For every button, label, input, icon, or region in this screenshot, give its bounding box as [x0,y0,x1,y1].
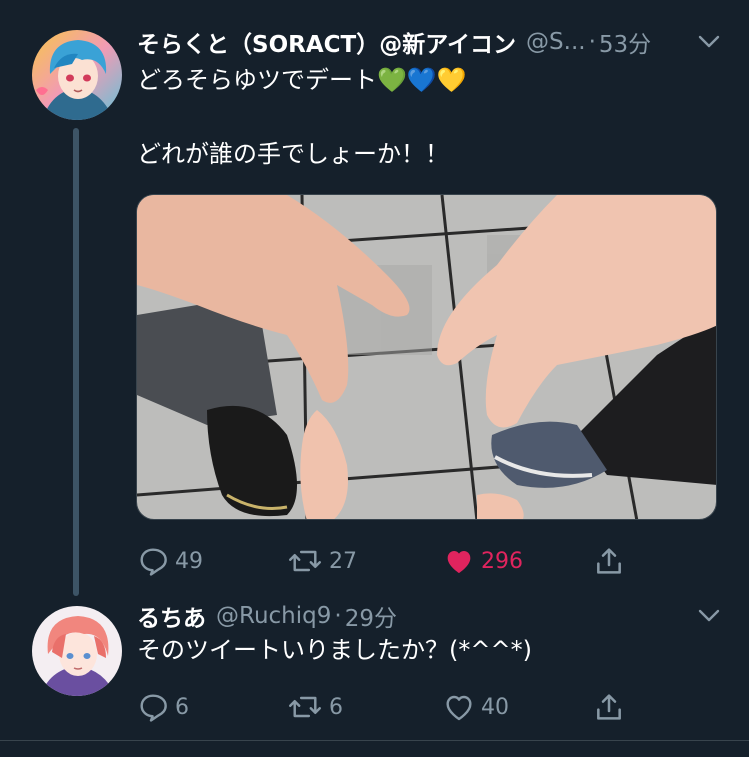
separator-dot: · [588,29,596,55]
reply-icon [140,548,167,576]
share-button[interactable] [593,687,625,727]
avatar[interactable] [32,606,122,696]
tweet-header: そらくと（SORACT）@新アイコン @S... · 53分 [137,26,725,58]
retweet-count: 27 [329,548,357,574]
tweet-actions: 6 6 40 [137,687,637,727]
timeline: そらくと（SORACT）@新アイコン @S... · 53分 どろそらゆツでデー… [0,0,749,757]
heart-icon [447,551,471,573]
avatar-pink-hair-icon [32,606,122,696]
retweet-icon [288,696,322,718]
heart-icon [446,695,472,721]
display-name[interactable]: そらくと（SORACT）@新アイコン [137,25,516,59]
retweet-icon [288,550,322,572]
tweet-header: るちあ @Ruchiq9 · 29分 [137,600,725,632]
avatar-blue-hair-icon [32,30,122,120]
tweet-actions: 49 27 296 [137,541,637,581]
share-button[interactable] [593,541,625,581]
more-options-button[interactable] [695,602,723,630]
like-button[interactable]: 296 [443,541,523,581]
timestamp[interactable]: 29分 [345,599,397,633]
reply-count: 49 [175,548,203,574]
avatar[interactable] [32,30,122,120]
retweet-button[interactable]: 6 [287,687,343,727]
separator-dot: · [334,603,342,629]
tweet-text: そのツイートいりましたか？(*^^*) [137,632,725,668]
tweet-text-line: どろそらゆツでデート💚💙💛 [137,66,467,94]
tweet-text-line: そのツイートいりましたか？(*^^*) [137,636,532,664]
tweet[interactable]: そらくと（SORACT）@新アイコン @S... · 53分 どろそらゆツでデー… [0,0,749,596]
tweet-text: どれが誰の手でしょーか！！ [137,136,725,172]
retweet-button[interactable]: 27 [287,541,357,581]
like-count: 296 [481,548,523,574]
more-options-button[interactable] [695,28,723,56]
divider [0,740,749,741]
handle[interactable]: @Ruchiq9 [216,603,331,629]
reply-icon [140,694,167,722]
like-count: 40 [481,694,509,720]
display-name[interactable]: るちあ [137,599,206,633]
retweet-count: 6 [329,694,343,720]
tweet-photo[interactable] [136,194,717,520]
tweet-text: どろそらゆツでデート💚💙💛 [137,62,725,98]
photo-hands-heart-icon [137,195,716,519]
share-icon [597,548,621,574]
tweet-text-line: どれが誰の手でしょーか！！ [137,140,449,168]
thread-line [73,128,79,596]
reply-button[interactable]: 6 [137,687,189,727]
chevron-down-icon [698,35,720,48]
timestamp[interactable]: 53分 [599,25,651,59]
like-button[interactable]: 40 [443,687,509,727]
tweet[interactable]: るちあ @Ruchiq9 · 29分 そのツイートいりましたか？(*^^*) 6 [0,596,749,742]
reply-button[interactable]: 49 [137,541,203,581]
reply-count: 6 [175,694,189,720]
share-icon [597,694,621,720]
handle[interactable]: @S... [526,29,586,55]
chevron-down-icon [698,609,720,622]
